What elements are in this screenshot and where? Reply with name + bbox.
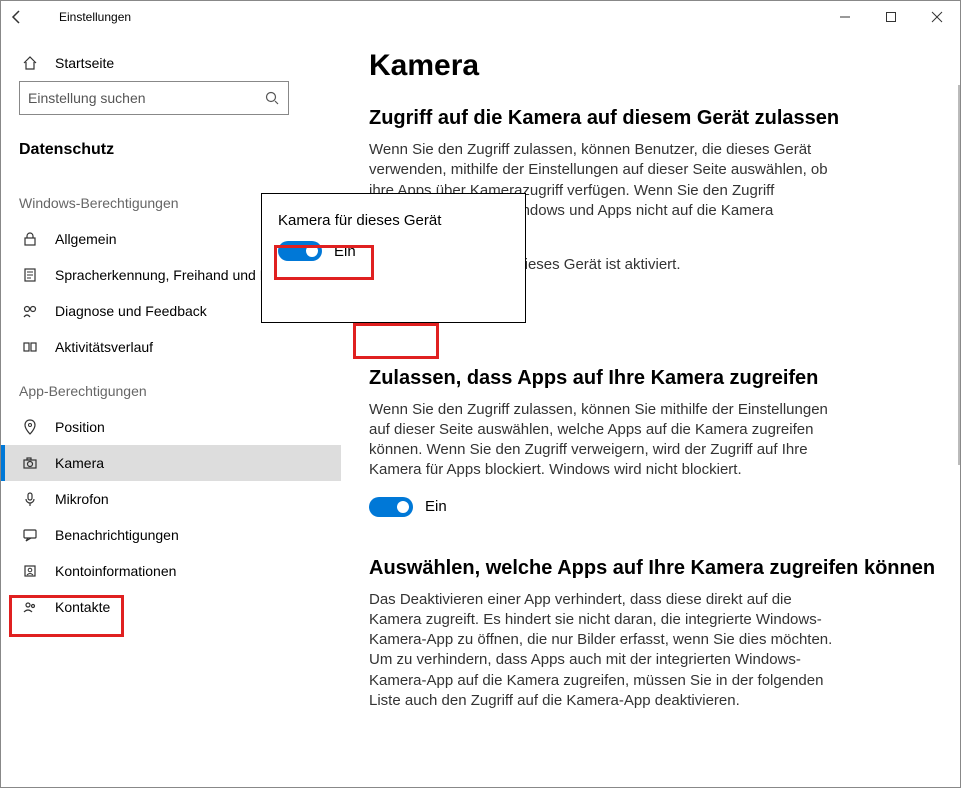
toggle-label: Ein [425, 498, 447, 515]
search-placeholder: Einstellung suchen [28, 90, 264, 106]
sidebar-item-notifications[interactable]: Benachrichtigungen [1, 517, 341, 553]
contacts-icon [19, 599, 41, 615]
group-app-permissions: App-Berechtigungen [1, 365, 341, 409]
sidebar: Startseite Einstellung suchen Datenschut… [1, 33, 341, 787]
window-title: Einstellungen [59, 10, 131, 24]
sidebar-item-label: Aktivitätsverlauf [55, 339, 153, 355]
home-icon [19, 55, 41, 71]
popup-title: Kamera für dieses Gerät [278, 212, 509, 229]
page-title: Kamera [369, 49, 940, 83]
account-icon [19, 563, 41, 579]
sidebar-item-label: Mikrofon [55, 491, 109, 507]
search-icon [264, 90, 280, 106]
camera-device-popup: Kamera für dieses Gerät Ein [261, 193, 526, 323]
search-input[interactable]: Einstellung suchen [19, 81, 289, 115]
apps-camera-toggle[interactable] [369, 497, 413, 517]
section3-text: Das Deaktivieren einer App verhindert, d… [369, 590, 839, 712]
home-label: Startseite [55, 55, 114, 71]
sidebar-item-label: Benachrichtigungen [55, 527, 179, 543]
scrollbar-thumb[interactable] [958, 85, 960, 465]
close-button[interactable] [914, 1, 960, 33]
maximize-button[interactable] [868, 1, 914, 33]
location-icon [19, 419, 41, 435]
sidebar-item-account[interactable]: Kontoinformationen [1, 553, 341, 589]
sidebar-item-label: Kamera [55, 455, 104, 471]
sidebar-item-label: Position [55, 419, 105, 435]
section3-title: Auswählen, welche Apps auf Ihre Kamera z… [369, 557, 940, 580]
section1-title: Zugriff auf die Kamera auf diesem Gerät … [369, 107, 940, 130]
sidebar-item-activity[interactable]: Aktivitätsverlauf [1, 329, 341, 365]
camera-icon [19, 455, 41, 471]
sidebar-item-kamera[interactable]: Kamera [1, 445, 341, 481]
back-button[interactable] [9, 9, 39, 25]
sidebar-item-label: Kontakte [55, 599, 110, 615]
section2-text: Wenn Sie den Zugriff zulassen, können Si… [369, 400, 839, 481]
category-title: Datenschutz [1, 129, 341, 177]
sidebar-item-label: Diagnose und Feedback [55, 303, 207, 319]
history-icon [19, 339, 41, 355]
sidebar-item-label: Allgemein [55, 231, 116, 247]
section2-title: Zulassen, dass Apps auf Ihre Kamera zugr… [369, 367, 940, 390]
lock-icon [19, 231, 41, 247]
microphone-icon [19, 491, 41, 507]
content-area: Kamera Zugriff auf die Kamera auf diesem… [341, 33, 960, 787]
sidebar-item-label: Kontoinformationen [55, 563, 176, 579]
notification-icon [19, 527, 41, 543]
titlebar: Einstellungen [1, 1, 960, 33]
feedback-icon [19, 303, 41, 319]
sidebar-item-contacts[interactable]: Kontakte [1, 589, 341, 625]
home-link[interactable]: Startseite [1, 45, 341, 81]
minimize-button[interactable] [822, 1, 868, 33]
sidebar-item-position[interactable]: Position [1, 409, 341, 445]
clipboard-icon [19, 267, 41, 283]
popup-toggle-label: Ein [334, 243, 356, 260]
sidebar-item-mikrofon[interactable]: Mikrofon [1, 481, 341, 517]
device-camera-toggle[interactable] [278, 241, 322, 261]
